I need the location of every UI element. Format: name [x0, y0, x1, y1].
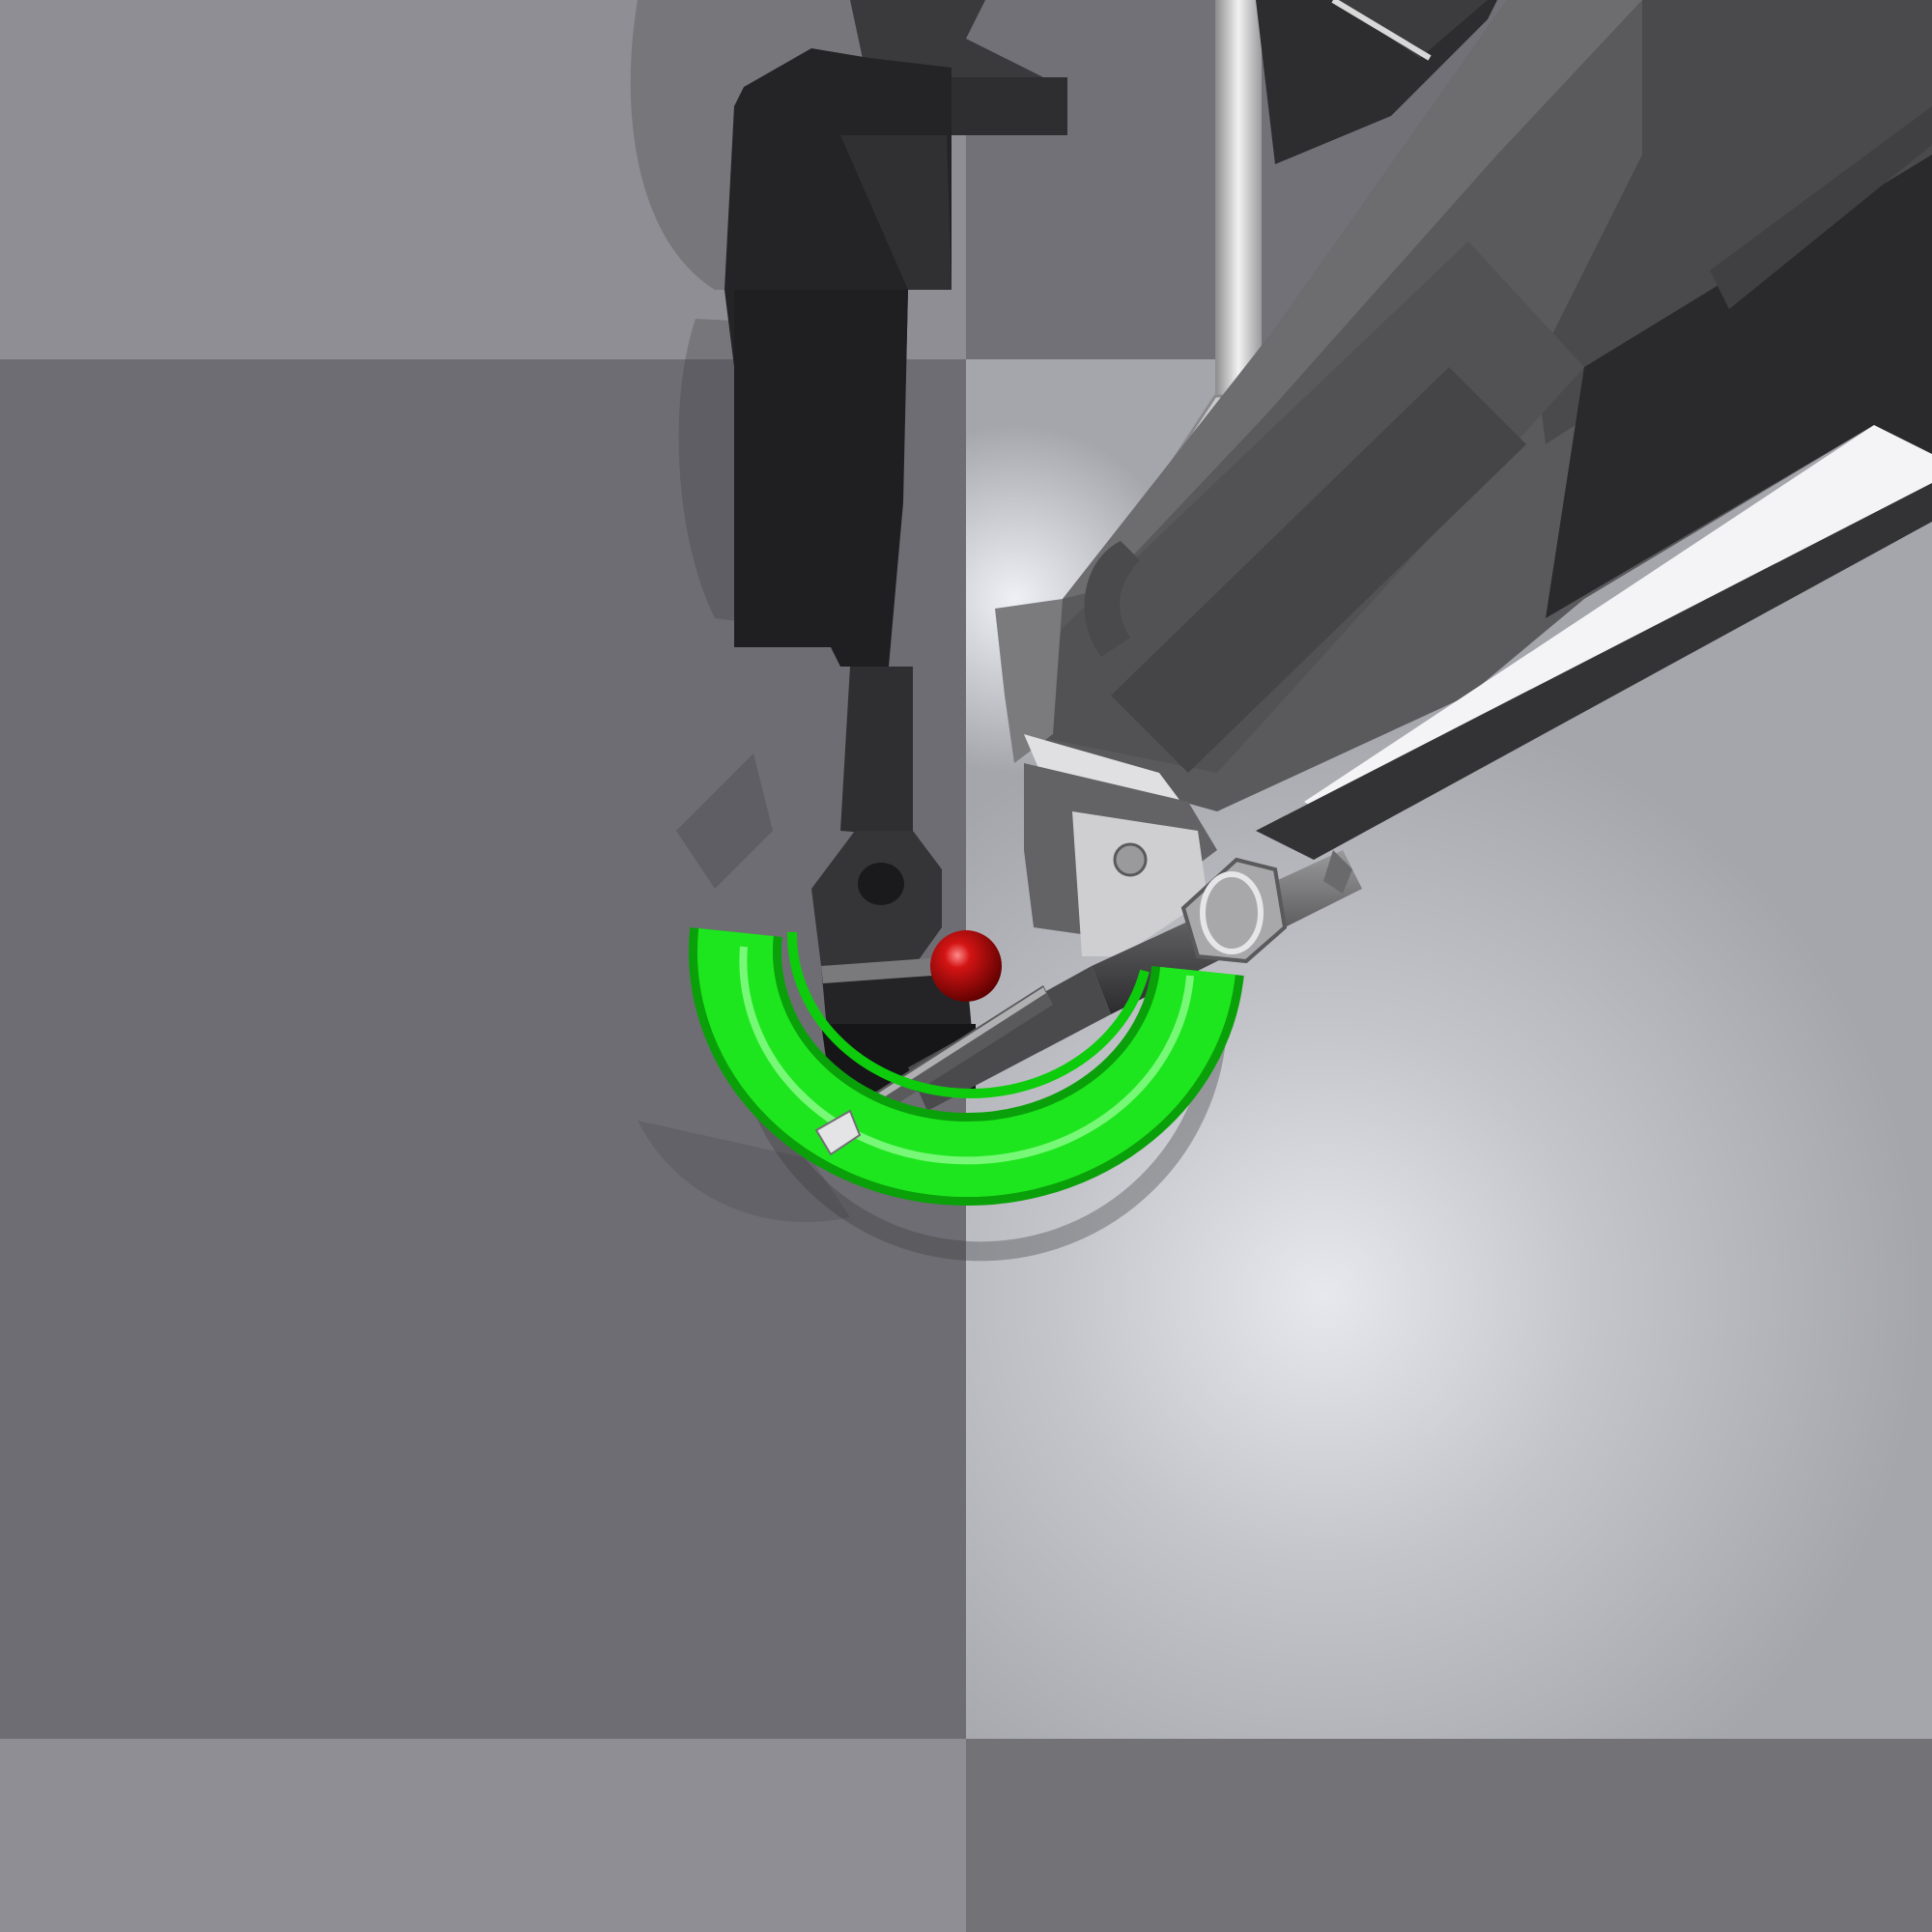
red-sphere-marker	[930, 930, 1002, 1002]
right-arm-bolt	[1113, 842, 1148, 877]
left-arm-joint-hole	[858, 863, 904, 905]
left-arm-lower	[734, 290, 908, 667]
rod-shaft	[1215, 0, 1262, 406]
red-sphere	[930, 930, 1002, 1002]
left-arm-wrist	[840, 667, 913, 836]
render-canvas	[0, 0, 1932, 1932]
floor-tile	[966, 1739, 1932, 1932]
scene-viewport	[0, 0, 1932, 1932]
floor-tile	[0, 1739, 966, 1932]
